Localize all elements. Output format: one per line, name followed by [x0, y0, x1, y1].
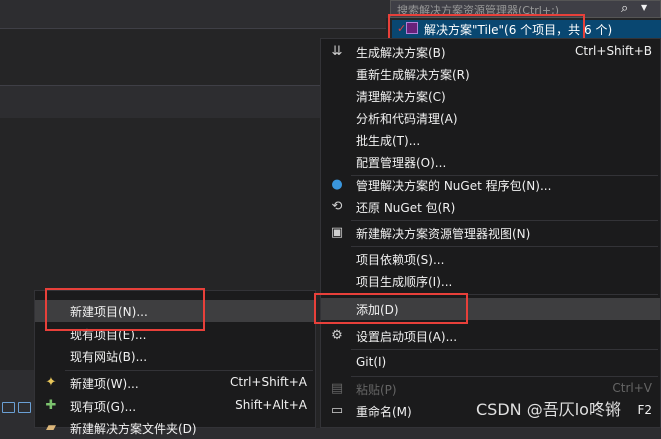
new-item-icon: ✦: [45, 375, 57, 390]
menu-shortcut: Ctrl+Shift+A: [230, 375, 307, 389]
menu-label: 粘贴(P): [356, 383, 397, 397]
left-toolbar: [0, 370, 34, 428]
menu-shortcut: Shift+Alt+A: [235, 398, 307, 412]
submenu-item-new-item[interactable]: ✦ 新建项(W)... Ctrl+Shift+A: [35, 372, 315, 394]
menu-label: 清理解决方案(C): [356, 90, 446, 104]
editor-tab-bar: [0, 0, 386, 28]
menu-label: 批生成(T)...: [356, 134, 421, 148]
existing-item-icon: ✚: [45, 398, 57, 413]
menu-item-analyze[interactable]: 分析和代码清理(A): [321, 107, 660, 129]
menu-label: 设置启动项目(A)...: [356, 330, 458, 344]
menu-shortcut: F2: [637, 403, 652, 417]
menu-label: 新建解决方案文件夹(D): [70, 422, 197, 436]
menu-item-project-dependencies[interactable]: 项目依赖项(S)...: [321, 248, 660, 270]
toolbar-icon-2[interactable]: [18, 402, 31, 413]
menu-item-config-manager[interactable]: 配置管理器(O)...: [321, 151, 660, 173]
menu-separator: [351, 220, 658, 221]
menu-item-new-explorer-view[interactable]: ▣ 新建解决方案资源管理器视图(N): [321, 222, 660, 244]
menu-item-set-startup[interactable]: ⚙ 设置启动项目(A)...: [321, 325, 660, 347]
menu-item-build[interactable]: ⇊ 生成解决方案(B) Ctrl+Shift+B: [321, 41, 660, 63]
submenu-item-existing-item[interactable]: ✚ 现有项(G)... Shift+Alt+A: [35, 395, 315, 417]
highlight-box-add: [314, 293, 468, 324]
menu-shortcut: Ctrl+Shift+B: [575, 44, 652, 58]
paste-icon: ▤: [330, 381, 344, 396]
gear-icon: ⚙: [331, 328, 343, 343]
menu-label: 重命名(M): [356, 405, 412, 419]
menu-separator: [351, 376, 658, 377]
menu-label: Git(I): [356, 355, 387, 369]
menu-label: 管理解决方案的 NuGet 程序包(N)...: [356, 179, 552, 193]
chevron-down-icon[interactable]: ▼: [641, 3, 647, 12]
toolbar-icon-1[interactable]: [2, 402, 15, 413]
menu-separator: [351, 246, 658, 247]
menu-item-clean[interactable]: 清理解决方案(C): [321, 85, 660, 107]
menu-item-batch-build[interactable]: 批生成(T)...: [321, 129, 660, 151]
menu-label: 新建项(W)...: [70, 377, 139, 391]
context-menu: ⇊ 生成解决方案(B) Ctrl+Shift+B 重新生成解决方案(R) 清理解…: [320, 38, 661, 428]
menu-label: 项目生成顺序(I)...: [356, 275, 453, 289]
menu-label: 现有项(G)...: [70, 400, 137, 414]
menu-item-git[interactable]: Git(I): [321, 352, 660, 374]
menu-label: 还原 NuGet 包(R): [356, 201, 456, 215]
submenu-item-new-folder[interactable]: ▰ 新建解决方案文件夹(D): [35, 417, 315, 439]
submenu-item-existing-website[interactable]: 现有网站(B)...: [35, 345, 315, 367]
menu-shortcut: Ctrl+V: [612, 381, 652, 395]
menu-item-build-order[interactable]: 项目生成顺序(I)...: [321, 270, 660, 292]
search-icon[interactable]: ⌕: [621, 1, 628, 16]
menu-label: 新建解决方案资源管理器视图(N): [356, 227, 531, 241]
menu-item-rebuild[interactable]: 重新生成解决方案(R): [321, 63, 660, 85]
menu-item-restore-nuget[interactable]: ⟲ 还原 NuGet 包(R): [321, 196, 660, 218]
highlight-box-new-project: [45, 288, 205, 331]
menu-separator: [65, 370, 313, 371]
rename-icon: ▭: [330, 403, 344, 418]
menu-label: 项目依赖项(S)...: [356, 253, 445, 267]
menu-label: 分析和代码清理(A): [356, 112, 458, 126]
new-view-icon: ▣: [330, 225, 344, 240]
build-icon: ⇊: [331, 44, 343, 59]
menu-label: 现有网站(B)...: [70, 350, 148, 364]
watermark: CSDN @吾仄lo咚锵: [476, 400, 621, 419]
menu-label: 重新生成解决方案(R): [356, 68, 470, 82]
menu-item-manage-nuget[interactable]: ● 管理解决方案的 NuGet 程序包(N)...: [321, 174, 660, 196]
folder-icon: ▰: [46, 420, 56, 435]
menu-separator: [351, 349, 658, 350]
menu-label: 配置管理器(O)...: [356, 156, 447, 170]
restore-icon: ⟲: [331, 199, 343, 214]
nuget-icon: ●: [331, 177, 343, 192]
menu-label: 生成解决方案(B): [356, 46, 446, 60]
